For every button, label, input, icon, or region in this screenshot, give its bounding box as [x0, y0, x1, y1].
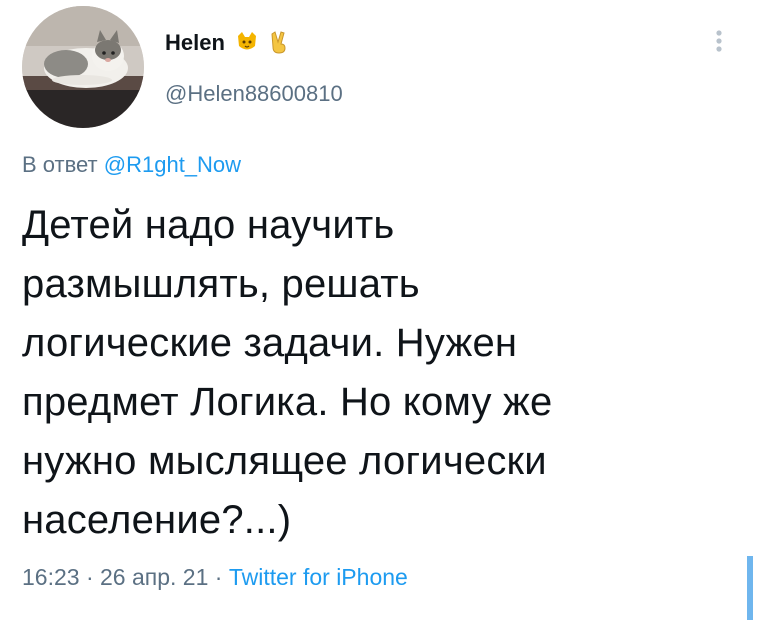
- victory-hand-icon: [269, 30, 291, 60]
- cat-face-icon: [235, 30, 259, 60]
- tweet-text-line: логические задачи. Нужен: [22, 321, 518, 365]
- tweet-text: Детей надо научить размышлять, решать ло…: [22, 196, 722, 550]
- edge-accent-bar: [747, 556, 753, 620]
- tweet-text-line: население?...): [22, 498, 292, 542]
- tweet-text-line: Детей надо научить: [22, 203, 395, 247]
- tweet-date[interactable]: 26 апр. 21: [100, 564, 208, 590]
- author-username[interactable]: @Helen88600810: [165, 81, 343, 107]
- tweet-card: Helen @Helen88600810 В ответ @R1ght_Now: [0, 0, 760, 621]
- tweet-text-line: размышлять, решать: [22, 262, 420, 306]
- avatar[interactable]: [22, 6, 144, 128]
- meta-separator: ·: [208, 564, 229, 590]
- reply-prefix: В ответ: [22, 152, 98, 177]
- more-options-icon[interactable]: [706, 26, 732, 56]
- tweet-source-link[interactable]: Twitter for iPhone: [229, 564, 408, 590]
- reply-mention-link[interactable]: @R1ght_Now: [104, 152, 241, 177]
- display-name-text: Helen: [165, 30, 225, 55]
- cat-photo: [22, 6, 144, 128]
- tweet-text-line: предмет Логика. Но кому же: [22, 380, 553, 424]
- meta-separator: ·: [79, 564, 101, 590]
- reply-context: В ответ @R1ght_Now: [22, 152, 241, 178]
- tweet-text-line: нужно мыслящее логически: [22, 439, 547, 483]
- author-display-name[interactable]: Helen: [165, 30, 291, 60]
- tweet-meta: 16:23 · 26 апр. 21 · Twitter for iPhone: [22, 564, 408, 591]
- tweet-time[interactable]: 16:23: [22, 564, 80, 590]
